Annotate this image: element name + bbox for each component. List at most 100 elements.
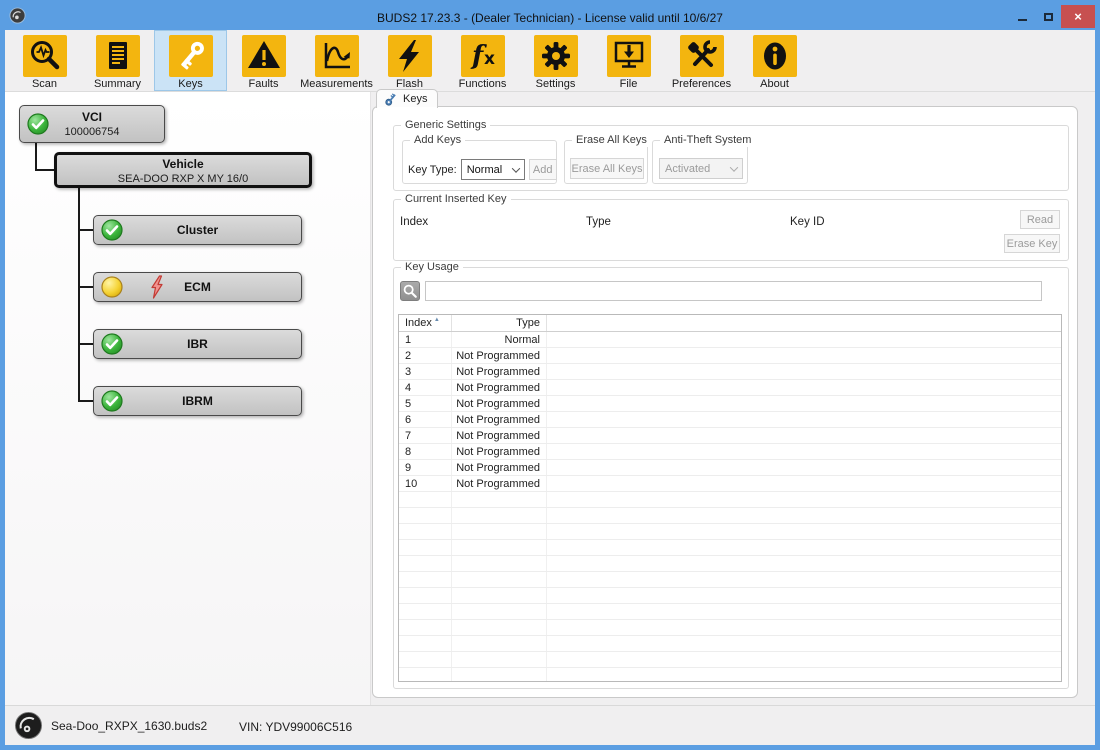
header-index[interactable]: Index [399, 315, 452, 331]
key-usage-table-body: 1Normal2Not Programmed3Not Programmed4No… [399, 332, 1061, 682]
table-row[interactable]: 6Not Programmed [399, 412, 1061, 428]
main-area: Keys Generic Settings Add Keys Key Type:… [371, 92, 1095, 705]
search-button[interactable] [400, 281, 420, 301]
table-header: Index Type [399, 315, 1061, 332]
table-row[interactable] [399, 508, 1061, 524]
table-row[interactable]: 3Not Programmed [399, 364, 1061, 380]
tree-connector [78, 188, 80, 401]
cell-index [399, 604, 452, 619]
table-row[interactable] [399, 668, 1061, 682]
toolbar-button-scan[interactable]: Scan [8, 30, 81, 91]
toolbar-label: Scan [32, 78, 57, 90]
toolbar-label: Preferences [672, 78, 731, 90]
tree-node-ibr[interactable]: IBR [93, 329, 302, 359]
cell-index: 8 [399, 444, 452, 459]
table-row[interactable]: 5Not Programmed [399, 396, 1061, 412]
node-label: Cluster [177, 223, 218, 237]
tree-connector [35, 169, 54, 171]
table-row[interactable] [399, 540, 1061, 556]
table-row[interactable]: 7Not Programmed [399, 428, 1061, 444]
erase-all-keys-group: Erase All Keys Erase All Keys [564, 140, 648, 184]
table-row[interactable] [399, 604, 1061, 620]
search-input[interactable] [425, 281, 1042, 301]
toolbar-button-faults[interactable]: Faults [227, 30, 300, 91]
maximize-button[interactable] [1035, 5, 1061, 28]
cell-index [399, 540, 452, 555]
faults-icon [242, 35, 286, 77]
table-row[interactable] [399, 524, 1061, 540]
group-title: Key Usage [401, 261, 463, 274]
table-row[interactable] [399, 652, 1061, 668]
tab-keys[interactable]: Keys [376, 89, 438, 108]
column-label-index: Index [400, 216, 428, 228]
anti-theft-dropdown[interactable]: Activated [659, 158, 743, 179]
cell-type: Not Programmed [452, 364, 547, 379]
toolbar-button-summary[interactable]: Summary [81, 30, 154, 91]
flash-icon [388, 35, 432, 77]
table-row[interactable]: 9Not Programmed [399, 460, 1061, 476]
content-area: VCI 100006754 Vehicle SEA-DOO RXP X MY 1… [5, 92, 1095, 705]
functions-icon: fx [461, 35, 505, 77]
key-usage-group: Key Usage Index Type [393, 267, 1069, 689]
tree-node-vci[interactable]: VCI 100006754 [19, 105, 165, 143]
group-title: Add Keys [410, 134, 465, 147]
table-row[interactable] [399, 572, 1061, 588]
tree-node-ecm[interactable]: ECM [93, 272, 302, 302]
window-title: BUDS2 17.23.3 - (Dealer Technician) - Li… [5, 11, 1095, 25]
table-row[interactable] [399, 636, 1061, 652]
toolbar-button-keys[interactable]: Keys [154, 30, 227, 91]
toolbar-button-about[interactable]: About [738, 30, 811, 91]
erase-all-keys-button[interactable]: Erase All Keys [570, 158, 644, 179]
tree-node-vehicle[interactable]: Vehicle SEA-DOO RXP X MY 16/0 [54, 152, 312, 188]
toolbar-button-settings[interactable]: Settings [519, 30, 592, 91]
cell-spacer [547, 636, 1061, 651]
table-row[interactable]: 1Normal [399, 332, 1061, 348]
fault-lightning-icon [149, 275, 165, 299]
toolbar-button-preferences[interactable]: Preferences [665, 30, 738, 91]
key-type-dropdown[interactable]: Normal [461, 159, 525, 180]
table-row[interactable] [399, 492, 1061, 508]
header-type[interactable]: Type [452, 315, 547, 331]
toolbar-button-flash[interactable]: Flash [373, 30, 446, 91]
cell-type: Not Programmed [452, 348, 547, 363]
cell-spacer [547, 412, 1061, 427]
cell-spacer [547, 588, 1061, 603]
toolbar-button-measurements[interactable]: Measurements [300, 30, 373, 91]
toolbar-label: File [620, 78, 638, 90]
about-icon [753, 35, 797, 77]
table-row[interactable]: 10Not Programmed [399, 476, 1061, 492]
read-button[interactable]: Read [1020, 210, 1060, 229]
table-row[interactable]: 8Not Programmed [399, 444, 1061, 460]
tree-node-cluster[interactable]: Cluster [93, 215, 302, 245]
file-icon [607, 35, 651, 77]
cell-type [452, 636, 547, 651]
minimize-icon [1018, 19, 1027, 21]
cell-spacer [547, 348, 1061, 363]
cell-type: Not Programmed [452, 428, 547, 443]
table-row[interactable] [399, 556, 1061, 572]
tree-node-ibrm[interactable]: IBRM [93, 386, 302, 416]
tree-connector [78, 343, 93, 345]
app-logo-icon[interactable] [9, 7, 26, 29]
brp-logo-icon [14, 711, 43, 740]
table-row[interactable]: 4Not Programmed [399, 380, 1061, 396]
close-button[interactable]: × [1061, 5, 1095, 28]
keys-icon [169, 35, 213, 77]
toolbar-button-functions[interactable]: fx Functions [446, 30, 519, 91]
tree-connector [35, 143, 37, 170]
cell-spacer [547, 572, 1061, 587]
table-row[interactable] [399, 620, 1061, 636]
erase-key-button[interactable]: Erase Key [1004, 234, 1060, 253]
minimize-button[interactable] [1009, 5, 1035, 28]
toolbar-button-file[interactable]: File [592, 30, 665, 91]
cell-type: Not Programmed [452, 460, 547, 475]
toolbar-label: Keys [178, 78, 202, 90]
table-row[interactable]: 2Not Programmed [399, 348, 1061, 364]
tree-connector [78, 400, 93, 402]
table-row[interactable] [399, 588, 1061, 604]
measurements-icon [315, 35, 359, 77]
add-button[interactable]: Add [529, 159, 557, 180]
toolbar-label: Summary [94, 78, 141, 90]
generic-settings-group: Generic Settings Add Keys Key Type: Norm… [393, 125, 1069, 191]
cell-type: Not Programmed [452, 476, 547, 491]
